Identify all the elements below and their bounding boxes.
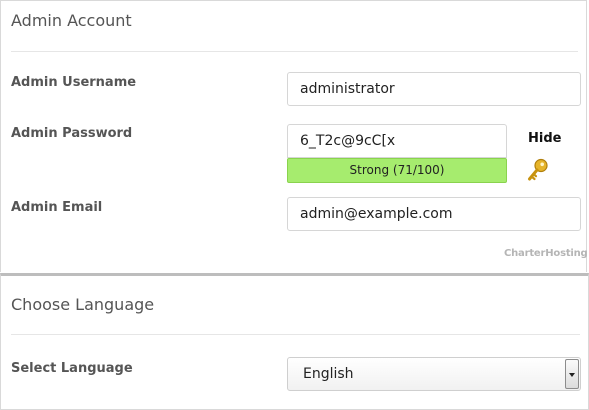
select-language-label: Select Language [11,361,133,376]
admin-account-panel: Admin Account Admin Username Admin Passw… [0,0,588,272]
dropdown-button[interactable] [565,359,579,389]
chevron-down-icon [569,373,575,377]
admin-password-label: Admin Password [11,126,133,141]
admin-username-label: Admin Username [11,75,137,90]
admin-email-input[interactable] [287,197,581,231]
language-select[interactable]: English [287,357,581,391]
key-icon[interactable] [527,158,549,186]
password-strength-meter: Strong (71/100) [287,158,507,183]
brand-watermark: CharterHosting [504,248,588,259]
section-divider [11,51,578,52]
admin-email-label: Admin Email [11,200,103,215]
admin-account-title: Admin Account [11,11,132,30]
language-selected-value: English [303,366,354,382]
brand-text: CharterHosting [504,248,588,259]
section-divider [11,334,580,335]
language-panel: Choose Language Select Language English [0,273,589,410]
choose-language-title: Choose Language [11,295,155,314]
hide-password-link[interactable]: Hide [528,131,561,146]
admin-password-input[interactable] [287,124,507,158]
admin-username-input[interactable] [287,72,581,106]
